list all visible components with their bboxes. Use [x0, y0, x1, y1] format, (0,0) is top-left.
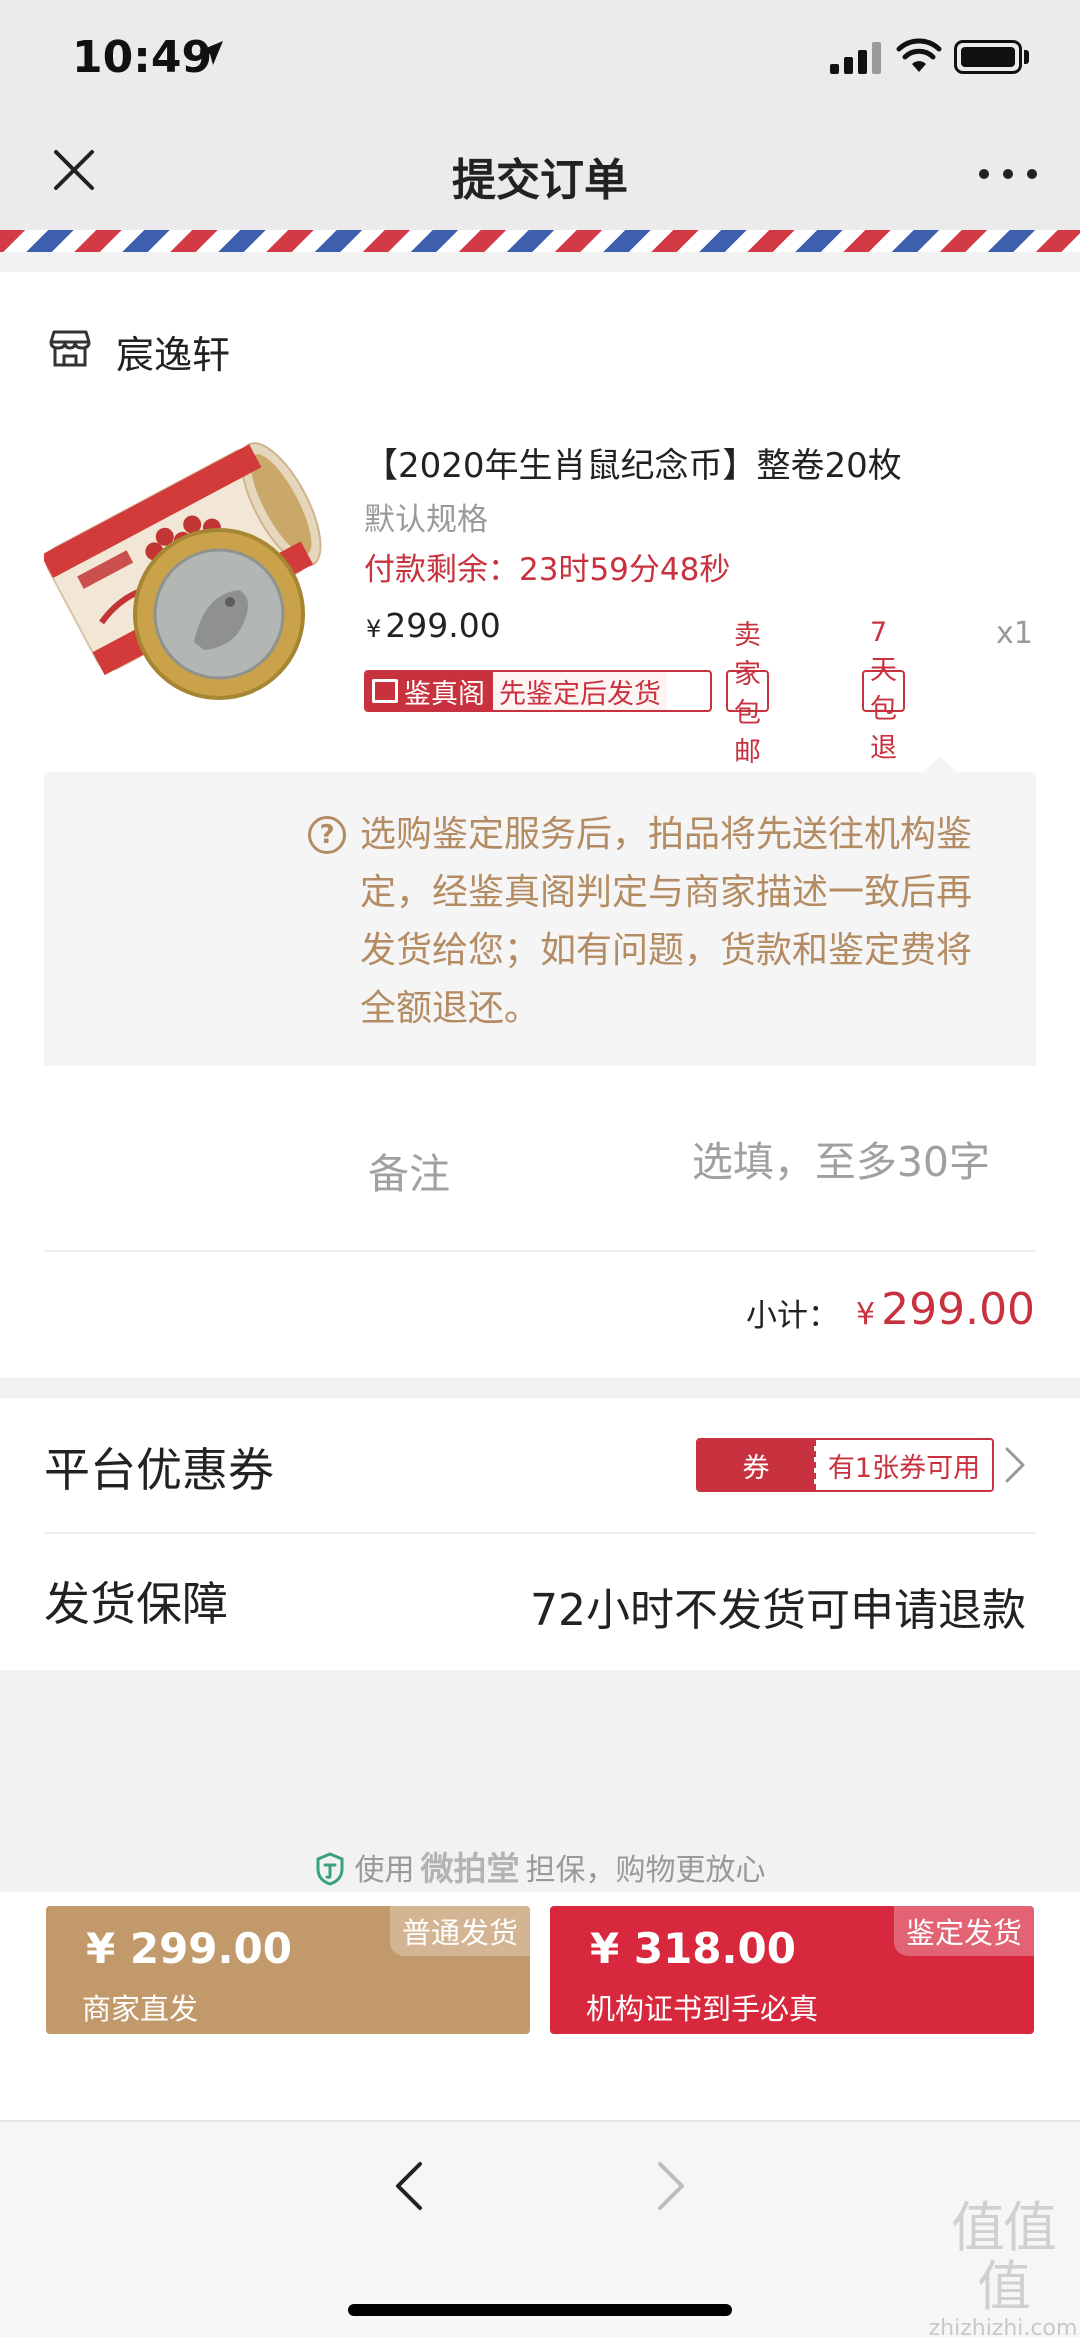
shield-icon: [316, 1852, 343, 1886]
airmail-stripe-divider: [0, 230, 1080, 252]
shop-name[interactable]: 宸逸轩: [116, 324, 230, 379]
secure-suffix: 担保，购物更放心: [525, 1853, 766, 1888]
coupon-available: 有1张券可用: [814, 1440, 992, 1490]
options-card: 平台优惠券 券 有1张券可用 发货保障 72小时不发货可申请退款: [0, 1398, 1080, 1670]
appraisal-subtitle: 机构证书到手必真: [586, 1992, 819, 2026]
location-arrow-icon: [199, 41, 223, 65]
normal-subtitle: 商家直发: [82, 1992, 199, 2026]
return-policy-tag: 7天包退: [862, 617, 905, 764]
wifi-icon: [896, 38, 942, 72]
normal-amount: ¥ 299.00: [86, 1924, 292, 1973]
battery-icon: [954, 40, 1022, 74]
status-bar: 10:49: [0, 0, 1080, 120]
shop-icon: [49, 330, 91, 367]
subtotal-amount: 299.00: [881, 1284, 1036, 1335]
divider: [44, 1250, 1036, 1252]
watermark: 值值值 zhizhizhi.com: [926, 2198, 1080, 2337]
coupon-badge[interactable]: 券 有1张券可用: [696, 1438, 994, 1492]
payment-countdown: 付款剩余：23时59分48秒: [364, 552, 731, 588]
home-indicator[interactable]: [348, 2304, 732, 2316]
appraisal-tag-text: 先鉴定后发货: [493, 672, 667, 710]
jzg-brand-badge: 鉴真阁: [366, 672, 493, 710]
appraisal-tag: 鉴真阁 先鉴定后发货: [364, 670, 712, 712]
guarantee-value: 72小时不发货可申请退款: [530, 1585, 1026, 1636]
guarantee-label: 发货保障: [44, 1577, 228, 1631]
coupon-label[interactable]: 平台优惠券: [44, 1434, 274, 1500]
product-price: ¥299.00: [366, 606, 501, 645]
subtotal-label: 小计：: [746, 1298, 839, 1334]
jzg-logo-icon: [372, 679, 398, 703]
appraisal-shipping-button[interactable]: ¥ 318.00 机构证书到手必真 鉴定发货: [550, 1906, 1034, 2034]
appraisal-amount: ¥ 318.00: [590, 1924, 796, 1973]
cellular-signal-icon: [830, 42, 881, 74]
normal-shipping-button[interactable]: ¥ 299.00 商家直发 普通发货: [46, 1906, 530, 2034]
browser-toolbar: 值值值 zhizhizhi.com: [0, 2120, 1080, 2337]
secure-guarantee-line: 使用 微拍堂 担保，购物更放心: [0, 1842, 1080, 1890]
product-quantity: x1: [996, 616, 1033, 651]
remark-input[interactable]: [560, 1134, 990, 1190]
status-time: 10:49: [72, 32, 213, 83]
jzg-brand-label: 鉴真阁: [404, 678, 485, 710]
checkout-bar: ¥ 299.00 商家直发 普通发货 ¥ 318.00 机构证书到手必真 鉴定发…: [0, 1892, 1080, 2120]
appraisal-corner-label: 鉴定发货: [893, 1906, 1034, 1956]
currency-symbol: ¥: [366, 615, 382, 643]
forward-arrow-icon[interactable]: [656, 2160, 686, 2212]
chevron-right-icon[interactable]: [1004, 1446, 1026, 1484]
appraisal-notice-text: 选购鉴定服务后，拍品将先送往机构鉴定，经鉴真阁判定与商家描述一致后再发货给您；如…: [360, 814, 973, 1029]
notice-pointer: [924, 756, 956, 772]
product-image[interactable]: [44, 422, 344, 712]
question-icon[interactable]: ?: [308, 816, 346, 854]
watermark-logo: 值值值: [951, 2196, 1057, 2319]
watermark-url: zhizhizhi.com: [928, 2315, 1078, 2337]
appraisal-notice: ? 选购鉴定服务后，拍品将先送往机构鉴定，经鉴真阁判定与商家描述一致后再发货给您…: [44, 772, 1036, 1066]
back-arrow-icon[interactable]: [394, 2160, 424, 2212]
secure-brand: 微拍堂: [420, 1849, 520, 1888]
nav-bar: 提交订单: [0, 120, 1080, 230]
coupon-tag: 券: [698, 1440, 814, 1490]
page-title: 提交订单: [452, 155, 628, 206]
battery-tip: [1024, 50, 1029, 64]
subtotal-value: ¥299.00: [856, 1284, 1035, 1335]
divider: [44, 1532, 1036, 1534]
free-shipping-tag: 卖家包邮: [726, 620, 769, 768]
product-spec: 默认规格: [364, 502, 488, 538]
currency-symbol: ¥: [856, 1297, 876, 1332]
price-value: 299.00: [385, 606, 501, 645]
remark-label: 备注: [368, 1150, 450, 1198]
normal-corner-label: 普通发货: [389, 1906, 530, 1956]
order-card: 宸逸轩 【2020年生肖鼠纪念币】整卷20枚 默认规格 付款剩余：23时59分4…: [0, 272, 1080, 1378]
secure-prefix: 使用: [354, 1853, 415, 1888]
more-icon[interactable]: [978, 168, 1038, 180]
product-title[interactable]: 【2020年生肖鼠纪念币】整卷20枚: [364, 438, 902, 487]
